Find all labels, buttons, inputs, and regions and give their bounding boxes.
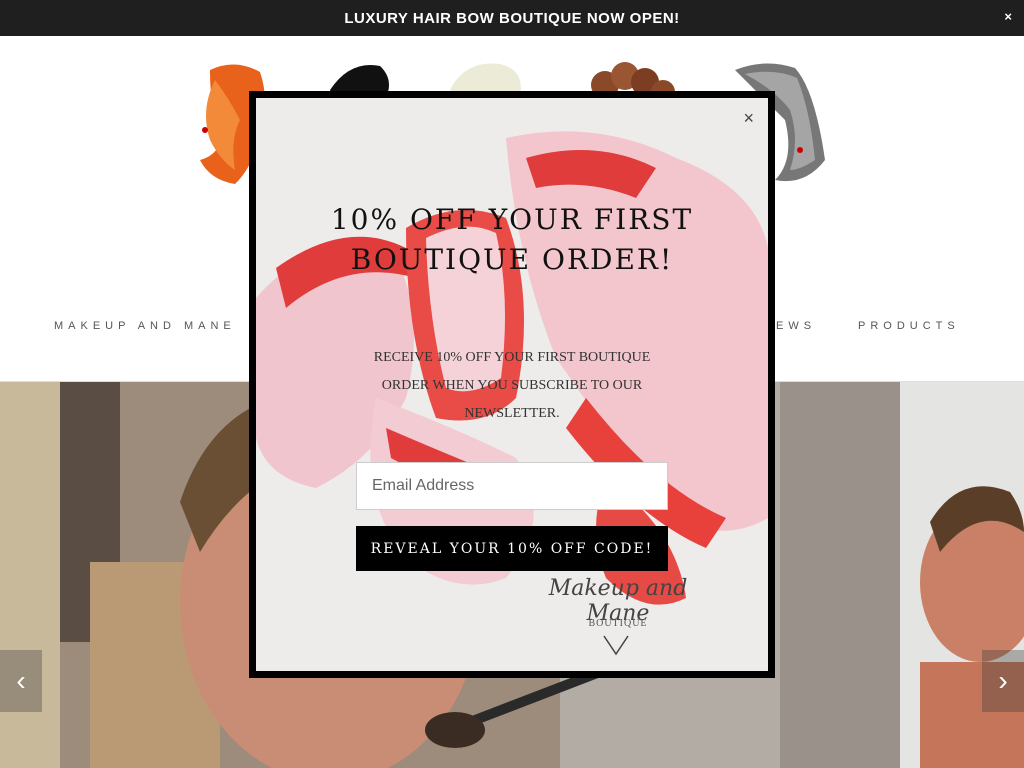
email-field[interactable]: [356, 462, 668, 510]
popup-subtext: RECEIVE 10% OFF YOUR FIRST BOUTIQUE ORDE…: [373, 350, 651, 421]
chevron-right-icon[interactable]: ›: [982, 650, 1024, 712]
chevron-left-icon[interactable]: ‹: [0, 650, 42, 712]
close-icon[interactable]: ×: [743, 108, 754, 129]
announcement-bar: LUXURY HAIR BOW BOUTIQUE NOW OPEN! ×: [0, 0, 1024, 36]
close-icon[interactable]: ×: [1004, 9, 1012, 24]
nav-item-makeup-and-mane[interactable]: MAKEUP AND MANE: [54, 320, 236, 332]
nav-item-reviews[interactable]: IEWS: [768, 320, 816, 332]
reveal-code-button[interactable]: REVEAL YOUR 10% OFF CODE!: [356, 526, 668, 571]
nav-item-products[interactable]: PRODUCTS: [858, 320, 960, 332]
popup-content: × 10% OFF YOUR FIRST BOUTIQUE ORDER! REC…: [256, 98, 768, 671]
announcement-text: LUXURY HAIR BOW BOUTIQUE NOW OPEN!: [344, 9, 680, 27]
brand-subtitle: BOUTIQUE: [588, 618, 648, 629]
newsletter-popup: × 10% OFF YOUR FIRST BOUTIQUE ORDER! REC…: [249, 91, 775, 678]
popup-heading: 10% OFF YOUR FIRST BOUTIQUE ORDER!: [330, 203, 694, 276]
chevron-down-icon: [603, 635, 629, 656]
